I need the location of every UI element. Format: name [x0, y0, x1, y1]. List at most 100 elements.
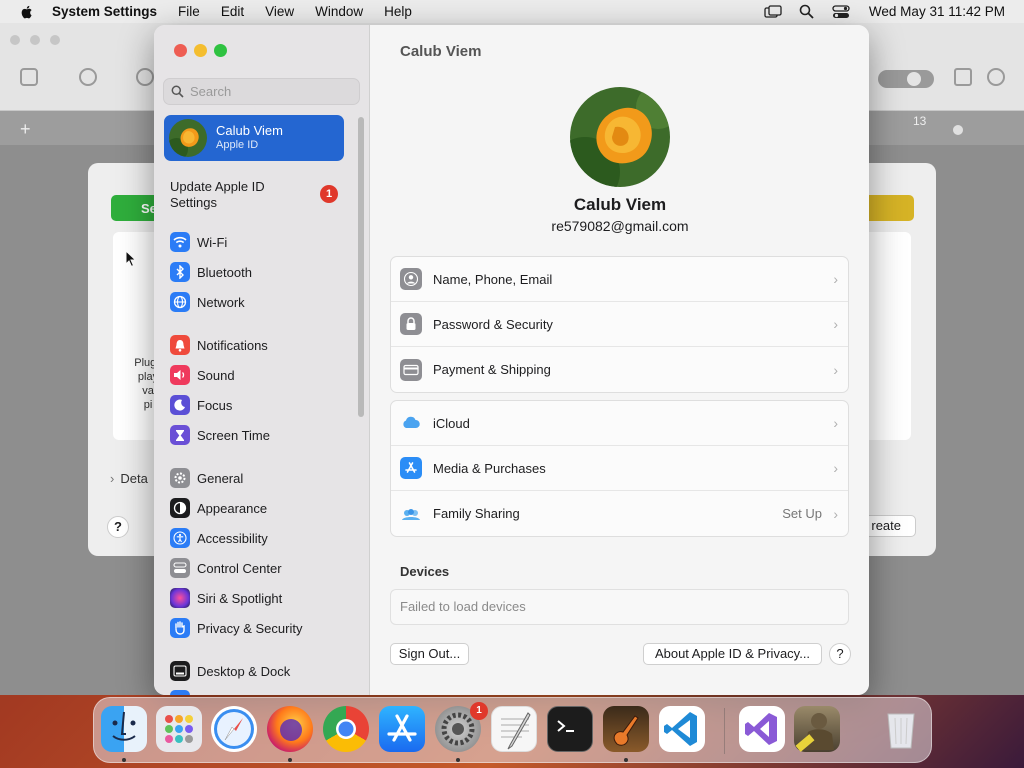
add-track-button[interactable]: + [20, 119, 31, 140]
vscode-icon[interactable] [659, 706, 705, 752]
sidebar-item-label: Control Center [197, 560, 282, 576]
details-label: Deta [120, 471, 148, 486]
terminal-icon[interactable] [547, 706, 593, 752]
trash-icon[interactable] [878, 706, 924, 752]
search-placeholder: Search [190, 84, 232, 99]
family-sharing-setup-value: Set Up [782, 506, 822, 521]
row-icloud[interactable]: iCloud › [391, 401, 848, 446]
hourglass-icon [170, 425, 190, 445]
menu-app-name[interactable]: System Settings [52, 4, 157, 19]
card-icon [400, 358, 422, 381]
sidebar-item-siri-spotlight[interactable]: Siri & Spotlight [170, 587, 282, 609]
sidebar-item-general[interactable]: General [170, 467, 243, 489]
profile-picture[interactable] [570, 87, 670, 187]
update-apple-id-settings[interactable]: Update Apple ID Settings 1 [170, 179, 340, 211]
app-store-icon[interactable] [379, 706, 425, 752]
textedit-icon[interactable] [491, 706, 537, 752]
sidebar-item-sound[interactable]: Sound [170, 364, 235, 386]
menu-clock[interactable]: Wed May 31 11:42 PM [869, 4, 1005, 19]
sign-out-button[interactable]: Sign Out... [390, 643, 469, 665]
dialog-help-button[interactable]: ? [107, 516, 129, 538]
sidebar-item-desktop-dock[interactable]: Desktop & Dock [170, 660, 290, 682]
launchpad-icon[interactable] [156, 706, 202, 752]
chrome-icon[interactable] [323, 706, 369, 752]
menu-edit[interactable]: Edit [221, 4, 244, 19]
sidebar-item-label: Focus [197, 397, 233, 413]
visual-studio-icon[interactable] [739, 706, 785, 752]
update-label-line1: Update Apple ID [170, 179, 265, 194]
zoom-button[interactable] [214, 44, 227, 57]
dock-icon [170, 661, 190, 681]
lock-icon [400, 313, 422, 335]
update-label-line2: Settings [170, 195, 217, 210]
game-app-icon[interactable] [794, 706, 840, 752]
menu-window[interactable]: Window [315, 4, 363, 19]
page-title: Calub Viem [400, 43, 482, 60]
sidebar-item-screen-time[interactable]: Screen Time [170, 424, 270, 446]
safari-icon[interactable] [211, 706, 257, 752]
row-media-purchases[interactable]: Media & Purchases › [391, 446, 848, 491]
row-payment-shipping[interactable]: Payment & Shipping › [391, 347, 848, 392]
running-indicator [288, 758, 292, 762]
sidebar-item-label: Privacy & Security [197, 620, 303, 636]
sidebar-scrollbar[interactable] [358, 117, 364, 417]
sidebar-item-label: General [197, 470, 244, 486]
row-label: Payment & Shipping [433, 362, 551, 377]
sidebar-item-bluetooth[interactable]: Bluetooth [170, 261, 252, 283]
update-badge: 1 [320, 185, 338, 203]
row-name-phone-email[interactable]: Name, Phone, Email › [391, 257, 848, 302]
siri-icon [170, 588, 190, 608]
control-center-icon[interactable] [831, 4, 851, 20]
sidebar-item-focus[interactable]: Focus [170, 394, 232, 416]
finder-icon[interactable] [101, 706, 147, 752]
minimize-button[interactable] [194, 44, 207, 57]
sidebar-item-label: Appearance [197, 500, 268, 516]
sidebar-item-notifications[interactable]: Notifications [170, 334, 268, 356]
search-icon [171, 85, 184, 98]
chevron-right-icon: › [833, 271, 838, 287]
details-disclosure[interactable]: › Deta [110, 471, 148, 486]
sidebar-item-label: Bluetooth [197, 264, 252, 280]
sidebar-item-wifi[interactable]: Wi-Fi [170, 231, 227, 253]
apple-logo-icon[interactable] [19, 4, 35, 20]
garageband-icon[interactable] [603, 706, 649, 752]
sidebar-item-appearance[interactable]: Appearance [170, 497, 267, 519]
firefox-icon[interactable] [267, 706, 313, 752]
services-group: iCloud › Media & Purchases › Family Shar… [390, 400, 849, 537]
about-apple-id-privacy-button[interactable]: About Apple ID & Privacy... [643, 643, 822, 665]
user-name: Calub Viem [573, 195, 667, 214]
spotlight-search-icon[interactable] [797, 4, 817, 20]
help-button[interactable]: ? [829, 643, 851, 665]
row-label: Password & Security [433, 316, 553, 332]
menu-view[interactable]: View [265, 4, 294, 19]
speaker-icon [170, 365, 190, 385]
disclosure-chevron-icon: › [110, 471, 115, 486]
sidebar-item-apple-id[interactable]: Calub Viem Apple ID [164, 115, 344, 161]
sidebar-item-label: Accessibility [197, 530, 268, 546]
ruler-number: 13 [913, 114, 927, 128]
gear-icon [170, 468, 190, 488]
sidebar-item-control-center[interactable]: Control Center [170, 557, 282, 579]
close-button[interactable] [174, 44, 187, 57]
sidebar-item-label: Wi-Fi [197, 234, 228, 250]
row-label: iCloud [433, 415, 470, 431]
bg-minimize-dot [30, 35, 40, 45]
search-field[interactable]: Search [163, 78, 360, 105]
menu-file[interactable]: File [178, 4, 200, 19]
sidebar-item-label: Sound [197, 367, 235, 383]
profile-name: Calub Viem [216, 123, 283, 138]
sidebar-item-network[interactable]: Network [170, 291, 245, 313]
running-indicator [624, 758, 628, 762]
cloud-icon [400, 412, 422, 434]
row-password-security[interactable]: Password & Security › [391, 302, 848, 347]
sidebar: Search Calub Viem Apple ID Update Apple … [154, 25, 370, 695]
row-family-sharing[interactable]: Family Sharing Set Up › [391, 491, 848, 536]
menu-help[interactable]: Help [384, 4, 412, 19]
running-indicator [122, 758, 126, 762]
family-icon [400, 503, 422, 525]
sidebar-item-accessibility[interactable]: Accessibility [170, 527, 268, 549]
screen-mirroring-icon[interactable] [763, 4, 783, 20]
playhead[interactable] [953, 125, 963, 135]
sidebar-item-label: Siri & Spotlight [197, 590, 283, 606]
sidebar-item-privacy-security[interactable]: Privacy & Security [170, 617, 302, 639]
